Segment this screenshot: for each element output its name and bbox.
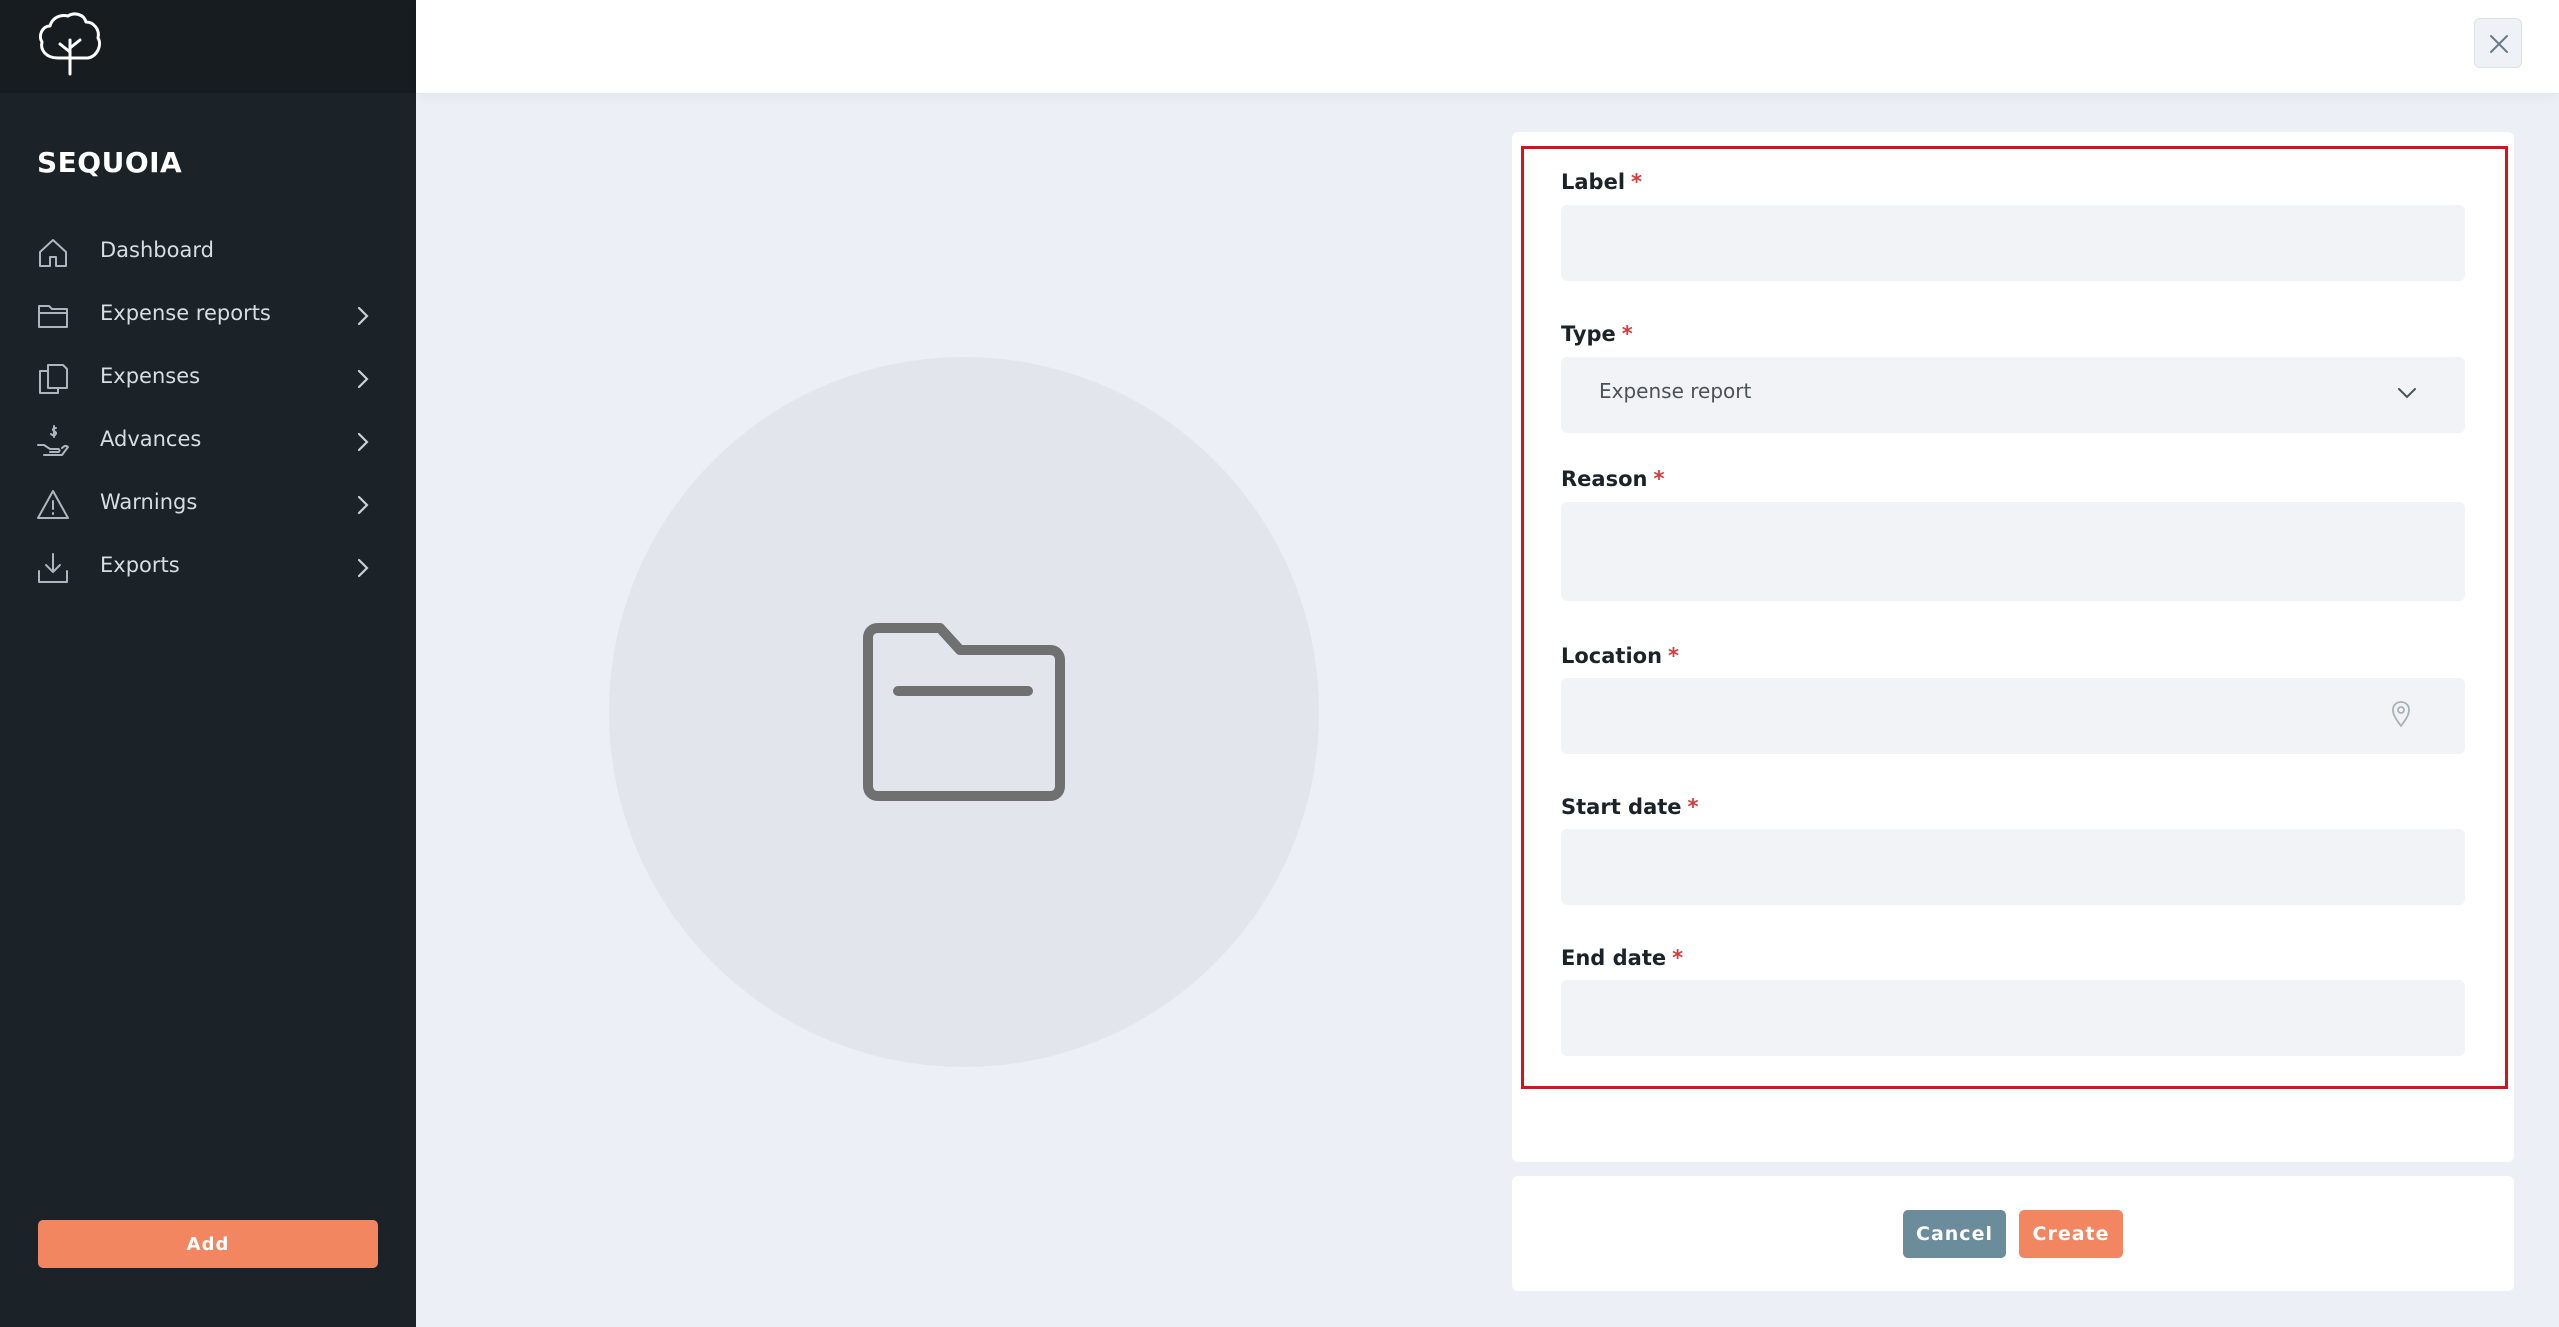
label-field-label: Label *: [1561, 170, 1643, 194]
warning-icon: [37, 490, 69, 519]
documents-icon: [39, 364, 68, 394]
top-bar: [416, 0, 2559, 93]
sidebar-item-advances[interactable]: Advances: [0, 410, 416, 473]
brand-title: SEQUOIA: [37, 146, 183, 179]
sidebar-item-label: Dashboard: [100, 238, 214, 262]
end-date-input[interactable]: [1561, 980, 2465, 1056]
chevron-right-icon: [357, 495, 369, 515]
chevron-right-icon: [357, 369, 369, 389]
sidebar-item-dashboard[interactable]: Dashboard: [0, 221, 416, 284]
sidebar-item-label: Exports: [100, 553, 180, 577]
type-field-label: Type *: [1561, 322, 1633, 346]
sidebar-item-expense-reports[interactable]: Expense reports: [0, 284, 416, 347]
chevron-right-icon: [357, 432, 369, 452]
sidebar: SEQUOIA Dashboard Expense reports Expens…: [0, 0, 416, 1327]
close-icon: [2490, 35, 2508, 53]
create-button[interactable]: Create: [2019, 1210, 2123, 1258]
type-select-value: Expense report: [1599, 379, 1752, 403]
end-date-field-label: End date *: [1561, 946, 1684, 970]
form-actions-card: [1512, 1176, 2514, 1291]
folder-illustration-icon: [863, 623, 1065, 801]
folder-icon: [38, 305, 68, 328]
location-field-label: Location *: [1561, 644, 1680, 668]
sidebar-header: [0, 0, 416, 93]
sidebar-item-label: Expense reports: [100, 301, 271, 325]
sidebar-item-label: Warnings: [100, 490, 198, 514]
chevron-right-icon: [357, 558, 369, 578]
chevron-down-icon: [2398, 388, 2416, 399]
reason-input[interactable]: [1561, 502, 2465, 601]
tree-logo-icon[interactable]: [36, 10, 104, 78]
label-input[interactable]: [1561, 205, 2465, 281]
chevron-right-icon: [357, 306, 369, 326]
home-icon: [39, 239, 67, 267]
sidebar-item-exports[interactable]: Exports: [0, 536, 416, 599]
download-icon: [38, 553, 68, 583]
sidebar-item-warnings[interactable]: Warnings: [0, 473, 416, 536]
add-button[interactable]: Add: [38, 1220, 378, 1268]
close-button[interactable]: [2474, 18, 2522, 68]
start-date-input[interactable]: [1561, 829, 2465, 905]
cancel-button[interactable]: Cancel: [1903, 1210, 2006, 1258]
reason-field-label: Reason *: [1561, 467, 1665, 491]
start-date-field-label: Start date *: [1561, 795, 1699, 819]
hand-dollar-icon: [37, 425, 69, 456]
sidebar-nav: Dashboard Expense reports Expenses Advan…: [0, 221, 416, 599]
location-input[interactable]: [1561, 678, 2465, 754]
sidebar-item-label: Advances: [100, 427, 202, 451]
sidebar-item-expenses[interactable]: Expenses: [0, 347, 416, 410]
location-pin-icon: [2392, 701, 2410, 727]
sidebar-item-label: Expenses: [100, 364, 201, 388]
